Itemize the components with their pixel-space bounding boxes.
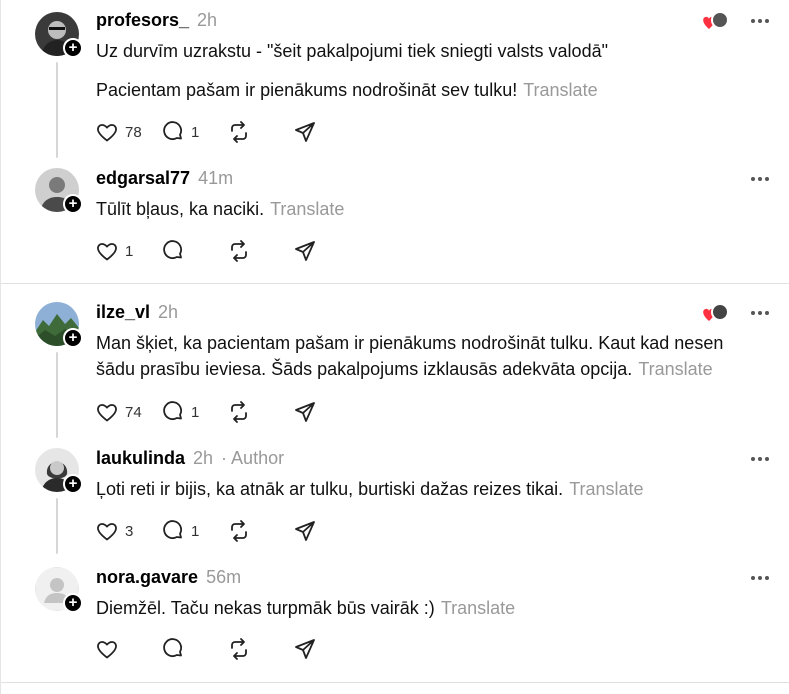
reply-count: 1 — [191, 403, 200, 421]
follow-plus-icon[interactable]: + — [63, 593, 83, 613]
post-header: nora.gavare 56m — [96, 567, 241, 588]
timestamp[interactable]: 56m — [206, 567, 241, 588]
comment-icon — [163, 240, 182, 259]
heart-icon — [97, 404, 117, 422]
post-text: Pacientam pašam ir pienākums nodrošināt … — [96, 80, 518, 100]
share-button[interactable] — [293, 519, 345, 543]
post-text: Uz durvīm uzrakstu - "šeit pakalpojumi t… — [96, 41, 608, 61]
thread-divider — [1, 682, 789, 683]
translate-link[interactable]: Translate — [523, 80, 597, 100]
send-icon — [295, 639, 315, 659]
translate-link[interactable]: Translate — [638, 359, 712, 379]
timestamp[interactable]: 2h — [193, 448, 213, 469]
thread-line — [56, 498, 58, 554]
share-button[interactable] — [293, 120, 345, 144]
repost-icon — [231, 638, 247, 660]
more-icon[interactable] — [751, 174, 771, 184]
liked-by-avatars[interactable] — [701, 302, 731, 324]
reply-button[interactable]: 1 — [161, 519, 213, 543]
post-text: Ļoti reti ir bijis, ka atnāk ar tulku, b… — [96, 479, 564, 499]
comment-icon — [163, 638, 182, 657]
post-text: Diemžēl. Taču nekas turpmāk būs vairāk :… — [96, 598, 435, 618]
action-bar: 3 1 — [95, 519, 359, 543]
action-bar: 74 1 — [95, 400, 359, 424]
heart-icon — [97, 124, 117, 142]
like-button[interactable]: 74 — [95, 400, 147, 424]
repost-button[interactable] — [227, 239, 279, 263]
like-count: 78 — [125, 123, 142, 141]
share-button[interactable] — [293, 239, 345, 263]
heart-icon — [703, 303, 729, 321]
thread-feed: + profesors_ 2h Uz durvīm uzrakstu - "še… — [0, 0, 789, 694]
username[interactable]: edgarsal77 — [96, 168, 190, 189]
action-bar: 78 1 — [95, 120, 359, 144]
timestamp[interactable]: 2h — [158, 302, 178, 323]
more-icon[interactable] — [751, 308, 771, 318]
username[interactable]: nora.gavare — [96, 567, 198, 588]
username[interactable]: ilze_vl — [96, 302, 150, 323]
repost-icon — [231, 240, 247, 262]
send-icon — [295, 122, 315, 142]
timestamp[interactable]: 41m — [198, 168, 233, 189]
action-bar — [95, 637, 359, 661]
more-icon[interactable] — [751, 16, 771, 26]
repost-icon — [231, 121, 247, 143]
post-header: edgarsal77 41m — [96, 168, 233, 189]
reply-button[interactable]: 1 — [161, 400, 213, 424]
reply-count: 1 — [191, 522, 200, 540]
liked-by-avatars[interactable] — [701, 10, 731, 32]
follow-plus-icon[interactable]: + — [63, 194, 83, 214]
follow-plus-icon[interactable]: + — [63, 38, 83, 58]
thread-line — [56, 352, 58, 438]
heart-icon — [97, 641, 117, 659]
more-icon[interactable] — [751, 573, 771, 583]
repost-button[interactable] — [227, 519, 279, 543]
post-header: ilze_vl 2h — [96, 302, 178, 323]
reply-button[interactable] — [161, 239, 213, 263]
action-bar: 1 — [95, 239, 359, 263]
comment-icon — [163, 520, 182, 539]
repost-button[interactable] — [227, 637, 279, 661]
author-badge: · Author — [221, 448, 285, 468]
username[interactable]: profesors_ — [96, 10, 189, 31]
like-count: 3 — [125, 522, 134, 540]
follow-plus-icon[interactable]: + — [63, 474, 83, 494]
send-icon — [295, 521, 315, 541]
like-button[interactable]: 1 — [95, 239, 147, 263]
comment-icon — [163, 401, 182, 420]
thread-divider — [1, 283, 789, 284]
like-button[interactable]: 78 — [95, 120, 147, 144]
reply-count: 1 — [191, 123, 200, 141]
send-icon — [295, 241, 315, 261]
follow-plus-icon[interactable]: + — [63, 328, 83, 348]
like-count: 74 — [125, 403, 142, 421]
translate-link[interactable]: Translate — [569, 479, 643, 499]
post-header: profesors_ 2h — [96, 10, 217, 31]
timestamp[interactable]: 2h — [197, 10, 217, 31]
repost-button[interactable] — [227, 400, 279, 424]
send-icon — [295, 402, 315, 422]
heart-icon — [97, 523, 117, 541]
repost-icon — [231, 401, 247, 423]
translate-link[interactable]: Translate — [270, 199, 344, 219]
post-text: Tūlīt bļaus, ka naciki. — [96, 199, 265, 219]
translate-link[interactable]: Translate — [441, 598, 515, 618]
heart-icon — [97, 243, 117, 261]
post-header: laukulinda 2h · Author — [96, 448, 284, 469]
reply-button[interactable]: 1 — [161, 120, 213, 144]
more-icon[interactable] — [751, 454, 771, 464]
comment-icon — [163, 121, 182, 140]
share-button[interactable] — [293, 637, 345, 661]
thread-line — [56, 62, 58, 158]
like-button[interactable] — [95, 637, 147, 661]
reply-button[interactable] — [161, 637, 213, 661]
repost-icon — [231, 520, 247, 542]
like-count: 1 — [125, 242, 134, 260]
like-button[interactable]: 3 — [95, 519, 147, 543]
heart-icon — [703, 11, 729, 29]
post-text: Man šķiet, ka pacientam pašam ir pienāku… — [96, 333, 724, 379]
username[interactable]: laukulinda — [96, 448, 185, 469]
repost-button[interactable] — [227, 120, 279, 144]
share-button[interactable] — [293, 400, 345, 424]
